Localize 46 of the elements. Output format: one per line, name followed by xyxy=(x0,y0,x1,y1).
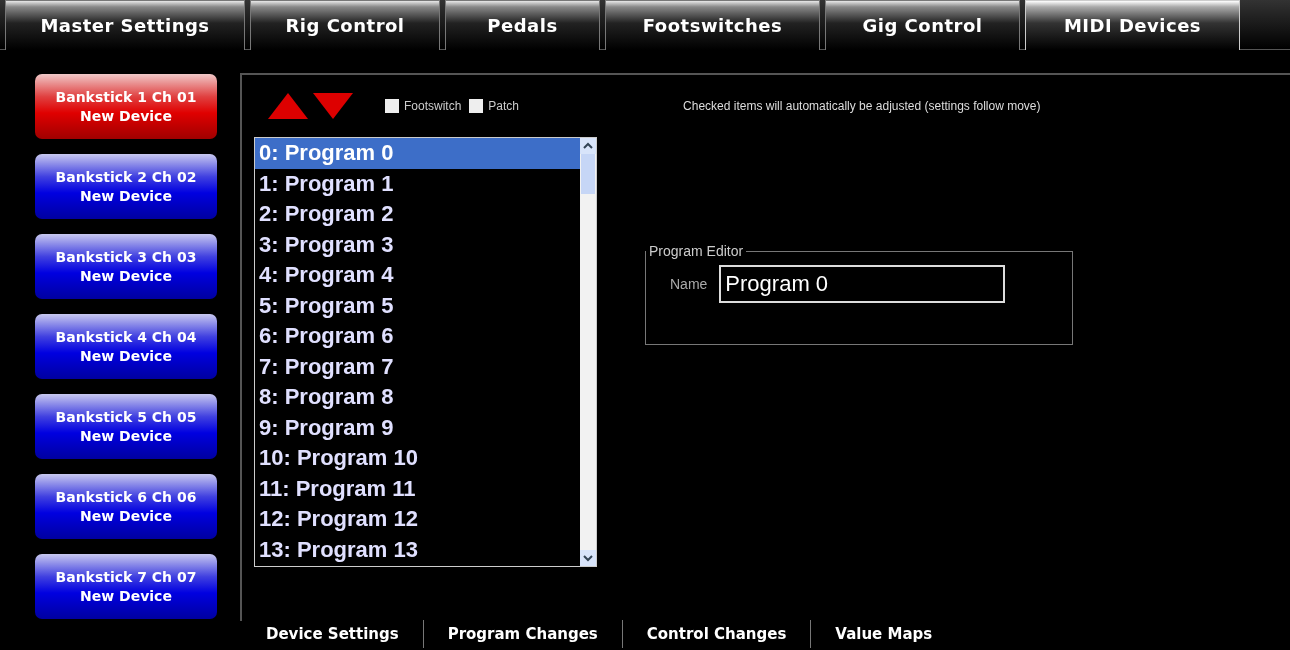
device-button[interactable]: Bankstick 5 Ch 05 New Device xyxy=(35,394,217,459)
note-text: Checked items will automatically be adjusted (settings follow move) xyxy=(683,99,1041,113)
device-button[interactable]: Bankstick 1 Ch 01 New Device xyxy=(35,74,217,139)
scrollbar[interactable] xyxy=(580,138,596,566)
scroll-down-icon[interactable] xyxy=(580,550,596,566)
tab[interactable]: Program Changes xyxy=(422,620,622,648)
list-item[interactable]: 2: Program 2 xyxy=(255,199,580,230)
list-item[interactable]: 1: Program 1 xyxy=(255,168,580,199)
list-item[interactable]: 12: Program 12 xyxy=(255,504,580,535)
checkbox[interactable] xyxy=(469,99,484,113)
list-item[interactable]: 11: Program 11 xyxy=(255,473,580,504)
list-item[interactable]: 3: Program 3 xyxy=(255,229,580,260)
scroll-up-icon[interactable] xyxy=(580,138,596,154)
device-button[interactable]: Bankstick 7 Ch 07 New Device xyxy=(35,554,217,619)
device-button[interactable]: Bankstick 3 Ch 03 New Device xyxy=(35,234,217,299)
checkbox-label: Patch xyxy=(488,99,520,113)
device-button[interactable]: Bankstick 6 Ch 06 New Device xyxy=(35,474,217,539)
list-item[interactable]: 0: Program 0 xyxy=(255,138,580,169)
tab[interactable]: Device Settings xyxy=(242,620,423,648)
list-item[interactable]: 6: Program 6 xyxy=(255,321,580,352)
tab[interactable]: Gig Control xyxy=(825,0,1020,50)
checkbox[interactable] xyxy=(385,99,399,113)
tab[interactable]: Footswitches xyxy=(605,0,820,50)
list-item[interactable]: 10: Program 10 xyxy=(255,443,580,474)
list-item[interactable]: 4: Program 4 xyxy=(255,260,580,291)
device-button[interactable]: Bankstick 2 Ch 02 New Device xyxy=(35,154,217,219)
scroll-thumb[interactable] xyxy=(581,154,595,194)
field-label: Name xyxy=(670,276,708,292)
move-up-icon[interactable] xyxy=(268,93,308,119)
move-down-icon[interactable] xyxy=(313,93,353,119)
list-item[interactable]: 13: Program 13 xyxy=(255,534,580,565)
list-item[interactable]: 9: Program 9 xyxy=(255,412,580,443)
program-list[interactable]: 0: Program 0 1: Program 1 2: Program 2 3: Program 3 4: Program 4 5: Program 5 6: Program 6 7: Program 7 8: Program 8 9: Program 9 10: Program 10 11: Program 11 12: Program 12 13: Program 13 xyxy=(254,137,597,567)
group-title: Program Editor xyxy=(648,243,745,259)
tab[interactable]: Value Maps xyxy=(810,620,957,648)
tab[interactable]: Control Changes xyxy=(621,620,811,648)
list-item[interactable]: 7: Program 7 xyxy=(255,351,580,382)
tab[interactable]: Pedals xyxy=(445,0,600,50)
tab[interactable]: Rig Control xyxy=(250,0,440,50)
list-item[interactable]: 8: Program 8 xyxy=(255,382,580,413)
list-item[interactable]: 5: Program 5 xyxy=(255,290,580,321)
name-field[interactable]: Program 0 xyxy=(719,265,1006,303)
checkbox-label: Footswitch xyxy=(404,99,462,113)
device-button[interactable]: Bankstick 4 Ch 04 New Device xyxy=(35,314,217,379)
tab[interactable]: Master Settings xyxy=(5,0,245,50)
tab[interactable]: MIDI Devices xyxy=(1025,0,1240,50)
